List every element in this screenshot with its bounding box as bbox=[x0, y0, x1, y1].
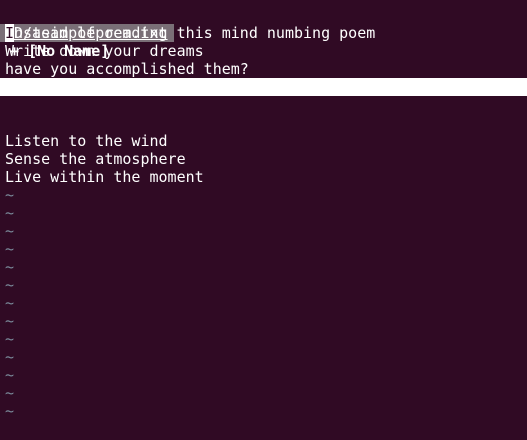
empty-line-marker: ~ bbox=[5, 294, 15, 312]
empty-line-marker: ~ bbox=[5, 276, 15, 294]
empty-line-marker: ~ bbox=[5, 186, 15, 204]
vim-terminal[interactable]: D/asimplepoem.txt + [No Name] Instead of… bbox=[0, 0, 527, 440]
buffer-line[interactable]: Look at the goals you set bbox=[5, 78, 525, 96]
buffer-line[interactable]: Listen to the wind bbox=[5, 132, 525, 150]
text-cursor: I bbox=[5, 24, 15, 42]
empty-line-marker: ~ bbox=[5, 258, 15, 276]
empty-line-marker: ~ bbox=[5, 240, 15, 258]
empty-line-marker: ~ bbox=[5, 402, 15, 420]
buffer-line[interactable] bbox=[5, 114, 525, 132]
buffer-line[interactable]: Sense the atmosphere bbox=[5, 150, 525, 168]
line-text: nstead of reading this mind numbing poem bbox=[14, 24, 376, 42]
empty-line-marker: ~ bbox=[5, 348, 15, 366]
empty-line-marker: ~ bbox=[5, 384, 15, 402]
empty-line-marker: ~ bbox=[5, 204, 15, 222]
vim-tabline: D/asimplepoem.txt + [No Name] bbox=[0, 6, 527, 96]
buffer-line[interactable]: Instead of reading this mind numbing poe… bbox=[5, 24, 525, 42]
editor-buffer[interactable]: Instead of reading this mind numbing poe… bbox=[5, 24, 525, 420]
empty-line-marker: ~ bbox=[5, 330, 15, 348]
empty-line-marker: ~ bbox=[5, 366, 15, 384]
buffer-line[interactable]: Write down your dreams bbox=[5, 42, 525, 60]
empty-line-marker: ~ bbox=[5, 222, 15, 240]
empty-line-marker: ~ bbox=[5, 312, 15, 330]
buffer-line[interactable]: have you accomplished them? bbox=[5, 60, 525, 78]
empty-lines-area: ~ ~ ~ ~ ~ ~ ~ ~ ~ ~ ~ ~ ~ bbox=[5, 186, 525, 420]
buffer-line[interactable]: Live within the moment bbox=[5, 168, 525, 186]
buffer-line[interactable] bbox=[5, 96, 525, 114]
